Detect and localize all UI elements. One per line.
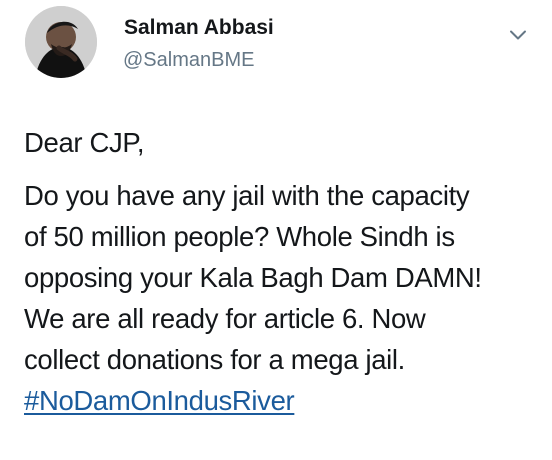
chevron-down-icon[interactable] [506, 23, 530, 47]
tweet-line: opposing your Kala Bagh Dam DAMN! [24, 262, 482, 293]
tweet-greeting: Dear CJP, [24, 127, 145, 158]
tweet-line: We are all ready for article 6. Now [24, 303, 426, 334]
avatar[interactable] [25, 6, 97, 78]
tweet-line: of 50 million people? Whole Sindh is [24, 221, 455, 252]
hashtag-link[interactable]: #NoDamOnIndusRiver [24, 380, 534, 421]
tweet-line: Do you have any jail with the capacity [24, 180, 470, 211]
tweet-text: Dear CJP, Do you have any jail with the … [24, 122, 534, 421]
user-name[interactable]: Salman Abbasi [124, 16, 274, 40]
tweet-line: collect donations for a mega jail. [24, 344, 405, 375]
profile-photo [25, 6, 97, 78]
user-handle[interactable]: @SalmanBME [123, 48, 254, 72]
tweet-card: Salman Abbasi @SalmanBME Dear CJP, Do yo… [0, 0, 552, 460]
